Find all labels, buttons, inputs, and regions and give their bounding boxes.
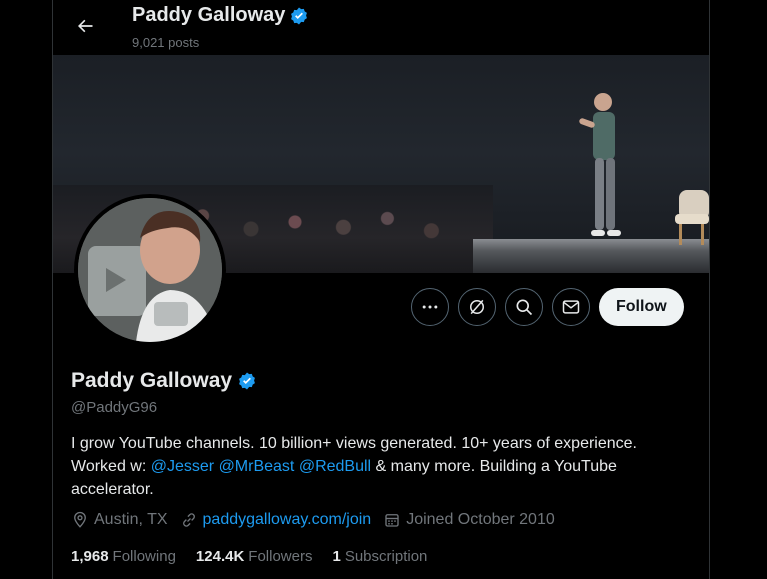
grok-icon xyxy=(470,299,484,315)
grok-button[interactable] xyxy=(458,288,496,326)
location-icon xyxy=(74,511,86,528)
search-icon xyxy=(516,299,533,316)
back-arrow-icon xyxy=(78,19,93,33)
mention-jesser[interactable]: @Jesser xyxy=(151,458,214,475)
profile-column: Paddy Galloway 9,021 posts Follow Paddy … xyxy=(52,0,710,579)
profile-handle: @PaddyG96 xyxy=(71,399,158,416)
followers-label: Followers xyxy=(248,548,313,565)
mention-mrbeast[interactable]: @MrBeast xyxy=(219,458,295,475)
profile-bio: I grow YouTube channels. 10 billion+ vie… xyxy=(71,432,681,501)
website-item: paddygalloway.com/join xyxy=(180,511,372,529)
profile-stats: 1,968 Following 124.4K Followers 1 Subsc… xyxy=(71,548,427,565)
back-button[interactable] xyxy=(67,8,103,44)
subscription-label: Subscription xyxy=(344,548,428,565)
verified-badge-icon xyxy=(291,7,308,24)
posts-count: 9,021 posts xyxy=(132,35,200,50)
more-button[interactable] xyxy=(411,288,449,326)
profile-actions: Follow xyxy=(411,288,684,326)
bio-line: I grow YouTube channels. 10 billion+ vie… xyxy=(71,435,637,452)
following-count: 1,968 xyxy=(71,548,109,565)
follow-button[interactable]: Follow xyxy=(599,288,684,326)
message-button[interactable] xyxy=(552,288,590,326)
message-icon xyxy=(562,300,580,314)
banner-chair xyxy=(675,190,709,245)
mention-redbull[interactable]: @RedBull xyxy=(299,458,371,475)
more-icon xyxy=(422,305,438,309)
profile-name: Paddy Galloway xyxy=(71,369,233,392)
header-name: Paddy Galloway xyxy=(132,4,286,26)
joined-item: Joined October 2010 xyxy=(383,511,555,529)
subscription-count: 1 xyxy=(332,548,341,565)
bio-worked-prefix: Worked w: xyxy=(71,458,151,475)
following-label: Following xyxy=(112,548,176,565)
verified-badge-icon[interactable] xyxy=(237,371,257,391)
location-text: Austin, TX xyxy=(94,511,168,528)
followers-stat[interactable]: 124.4K Followers xyxy=(196,548,313,565)
avatar-image xyxy=(78,198,222,342)
banner-speaker xyxy=(579,93,621,236)
followers-count: 124.4K xyxy=(195,548,245,565)
joined-text: Joined October 2010 xyxy=(406,511,555,528)
calendar-icon xyxy=(385,514,399,527)
location-item: Austin, TX xyxy=(71,511,168,529)
profile-name-row: Paddy Galloway xyxy=(71,369,257,393)
subscription-stat[interactable]: 1 Subscription xyxy=(332,548,427,565)
profile-avatar[interactable] xyxy=(74,194,226,346)
following-stat[interactable]: 1,968 Following xyxy=(71,548,176,565)
avatar-illustration xyxy=(78,198,222,342)
website-link[interactable]: paddygalloway.com/join xyxy=(203,511,372,529)
profile-meta: Austin, TX paddygalloway.com/join Joined… xyxy=(71,511,555,529)
search-button[interactable] xyxy=(505,288,543,326)
link-icon xyxy=(182,513,195,527)
top-bar: Paddy Galloway 9,021 posts xyxy=(53,0,709,55)
header-name-row: Paddy Galloway xyxy=(132,4,309,27)
